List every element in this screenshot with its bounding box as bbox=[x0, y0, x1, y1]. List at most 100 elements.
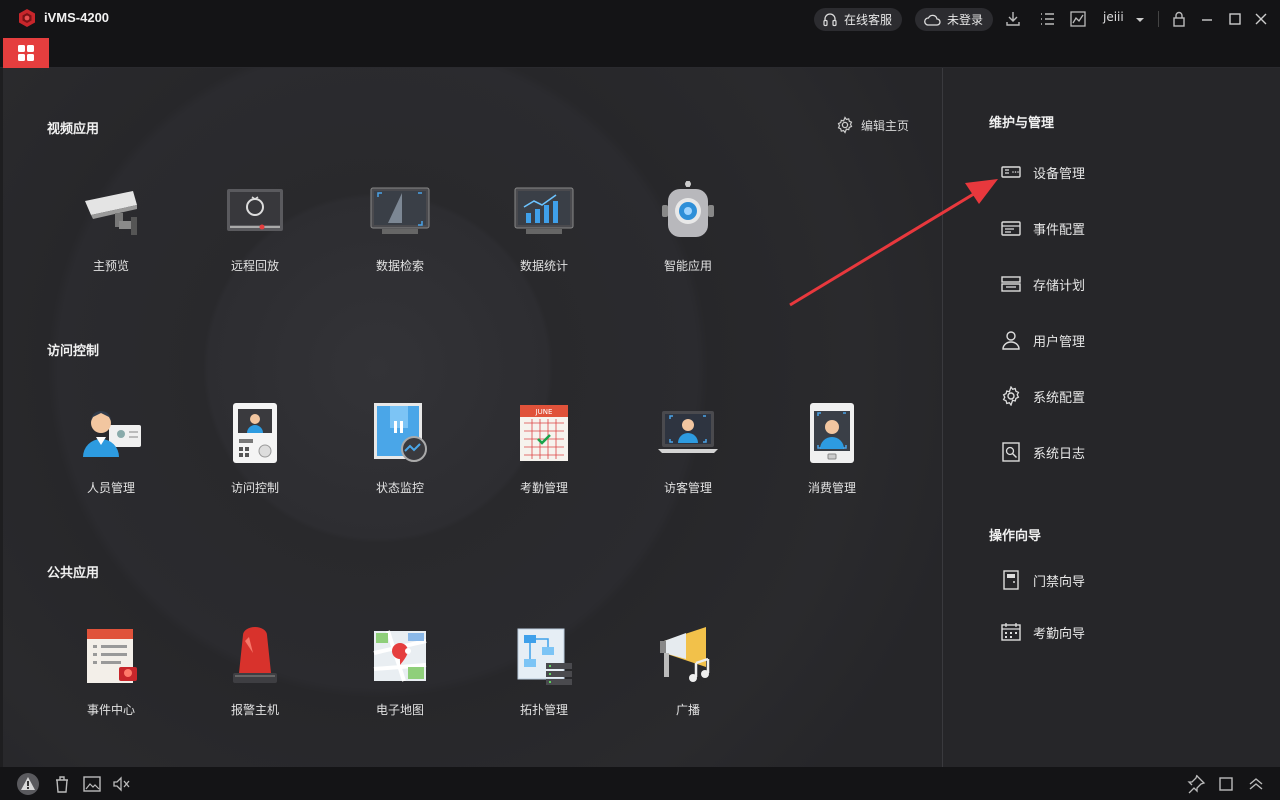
app-label: 电子地图 bbox=[375, 703, 424, 717]
app-label: 状态监控 bbox=[375, 481, 424, 495]
sidebar-item-device-management[interactable]: 设备管理 bbox=[1001, 162, 1085, 182]
sidebar-item-label: 考勤向导 bbox=[1033, 626, 1086, 642]
image-icon[interactable] bbox=[82, 774, 102, 794]
app-visitor-management[interactable]: 访客管理 bbox=[628, 393, 748, 503]
sidebar-title-maintenance: 维护与管理 bbox=[989, 116, 1055, 131]
app-label: 访客管理 bbox=[663, 481, 712, 495]
face-terminal-icon bbox=[810, 403, 854, 463]
app-data-statistics[interactable]: 数据统计 bbox=[484, 171, 604, 281]
storage-icon bbox=[1001, 276, 1021, 292]
close-icon[interactable] bbox=[1252, 10, 1270, 28]
online-service-label: 在线客服 bbox=[844, 13, 893, 27]
section-title-public: 公共应用 bbox=[47, 566, 100, 581]
download-icon[interactable] bbox=[1004, 10, 1022, 28]
statistics-icon bbox=[514, 187, 574, 234]
app-alarm-host[interactable]: 报警主机 bbox=[195, 615, 315, 725]
app-label: 数据检索 bbox=[375, 259, 424, 273]
username-label[interactable]: jeiii bbox=[1103, 10, 1124, 24]
app-label: 拓扑管理 bbox=[519, 703, 568, 717]
app-label: 数据统计 bbox=[519, 259, 568, 273]
alarm-warning-icon[interactable] bbox=[16, 772, 40, 796]
app-label: 事件中心 bbox=[86, 703, 135, 717]
edit-home-label: 编辑主页 bbox=[861, 118, 910, 133]
pin-icon[interactable] bbox=[1186, 774, 1206, 794]
edit-home-button[interactable]: 编辑主页 bbox=[836, 116, 909, 134]
sidebar-item-label: 系统日志 bbox=[1033, 446, 1086, 462]
app-consumption-management[interactable]: 消费管理 bbox=[772, 393, 892, 503]
app-smart-application[interactable]: 智能应用 bbox=[628, 171, 748, 281]
sidebar-item-system-log[interactable]: 系统日志 bbox=[1001, 442, 1085, 462]
user-menu-dropdown-icon[interactable] bbox=[1131, 11, 1149, 29]
app-label: 报警主机 bbox=[230, 703, 279, 717]
door-terminal-icon bbox=[233, 403, 277, 463]
door-monitor-icon bbox=[374, 403, 427, 462]
app-topology-management[interactable]: 拓扑管理 bbox=[484, 615, 604, 725]
lock-icon[interactable] bbox=[1170, 10, 1188, 28]
grid-home-icon bbox=[18, 45, 34, 61]
app-label: 广播 bbox=[675, 703, 700, 717]
log-icon bbox=[1002, 442, 1020, 462]
app-status-monitor[interactable]: 状态监控 bbox=[340, 393, 460, 503]
minimize-icon[interactable] bbox=[1198, 10, 1216, 28]
sidebar-item-attendance-guide[interactable]: 考勤向导 bbox=[1001, 622, 1085, 642]
robot-icon bbox=[662, 181, 714, 237]
app-person-management[interactable]: 人员管理 bbox=[51, 393, 171, 503]
svg-text:JUNE: JUNE bbox=[535, 408, 553, 416]
section-title-video: 视频应用 bbox=[47, 122, 100, 137]
sidebar-item-door-guide[interactable]: 门禁向导 bbox=[1001, 570, 1085, 590]
app-label: 考勤管理 bbox=[519, 481, 568, 495]
mute-icon[interactable] bbox=[111, 774, 131, 794]
cloud-icon bbox=[924, 14, 941, 26]
online-service-button[interactable]: 在线客服 bbox=[814, 8, 903, 31]
map-icon bbox=[373, 630, 427, 682]
event-config-icon bbox=[1001, 221, 1021, 236]
home-tab[interactable] bbox=[3, 38, 49, 68]
person-card-icon bbox=[83, 411, 141, 457]
app-attendance[interactable]: JUNE 考勤管理 bbox=[484, 393, 604, 503]
title-divider bbox=[1158, 11, 1159, 27]
sidebar-item-system-config[interactable]: 系统配置 bbox=[1001, 386, 1085, 406]
app-label: 消费管理 bbox=[807, 481, 856, 495]
sidebar-item-user-management[interactable]: 用户管理 bbox=[1001, 330, 1085, 350]
sidebar-item-label: 门禁向导 bbox=[1033, 574, 1086, 590]
tab-strip bbox=[0, 38, 1280, 68]
gear-icon bbox=[1002, 386, 1020, 406]
alarm-light-icon bbox=[233, 627, 277, 683]
app-main-preview[interactable]: 主预览 bbox=[51, 171, 171, 281]
event-center-icon bbox=[87, 629, 137, 683]
task-list-icon[interactable] bbox=[1038, 10, 1056, 28]
performance-chart-icon[interactable] bbox=[1069, 10, 1087, 28]
fullscreen-icon[interactable] bbox=[1216, 774, 1236, 794]
app-event-center[interactable]: 事件中心 bbox=[51, 615, 171, 725]
login-status-button[interactable]: 未登录 bbox=[915, 8, 994, 31]
collapse-up-icon[interactable] bbox=[1246, 774, 1266, 794]
app-label: 远程回放 bbox=[230, 259, 279, 273]
app-data-search[interactable]: 数据检索 bbox=[340, 171, 460, 281]
app-label: 智能应用 bbox=[663, 259, 712, 273]
home-main-panel: 视频应用 编辑主页 主预览 远程回放 数据检索 数据统计 智能应用 访问控制 人… bbox=[3, 68, 942, 767]
title-bar: iVMS-4200 在线客服 未登录 jeiii bbox=[0, 0, 1280, 38]
app-logo-icon bbox=[19, 9, 35, 27]
sidebar-item-label: 事件配置 bbox=[1033, 222, 1086, 238]
sidebar-item-label: 设备管理 bbox=[1033, 166, 1086, 182]
sidebar-item-label: 系统配置 bbox=[1033, 390, 1086, 406]
sidebar-item-label: 存储计划 bbox=[1033, 278, 1086, 294]
app-remote-playback[interactable]: 远程回放 bbox=[195, 171, 315, 281]
camera-icon bbox=[85, 191, 137, 235]
app-label: 访问控制 bbox=[230, 481, 279, 495]
app-broadcast[interactable]: 广播 bbox=[628, 615, 748, 725]
playback-icon bbox=[227, 189, 283, 231]
laptop-face-icon bbox=[658, 411, 718, 453]
sidebar-item-storage-plan[interactable]: 存储计划 bbox=[1001, 274, 1085, 294]
settings-gear-icon bbox=[837, 116, 853, 134]
headset-icon bbox=[823, 12, 837, 26]
app-e-map[interactable]: 电子地图 bbox=[340, 615, 460, 725]
sidebar-item-event-config[interactable]: 事件配置 bbox=[1001, 218, 1085, 238]
user-icon bbox=[1002, 331, 1020, 350]
app-access-control[interactable]: 访问控制 bbox=[195, 393, 315, 503]
calendar-icon: JUNE bbox=[520, 405, 568, 461]
door-guide-icon bbox=[1003, 570, 1019, 590]
maximize-icon[interactable] bbox=[1226, 10, 1244, 28]
status-bar bbox=[0, 767, 1280, 800]
trash-icon[interactable] bbox=[52, 774, 72, 794]
